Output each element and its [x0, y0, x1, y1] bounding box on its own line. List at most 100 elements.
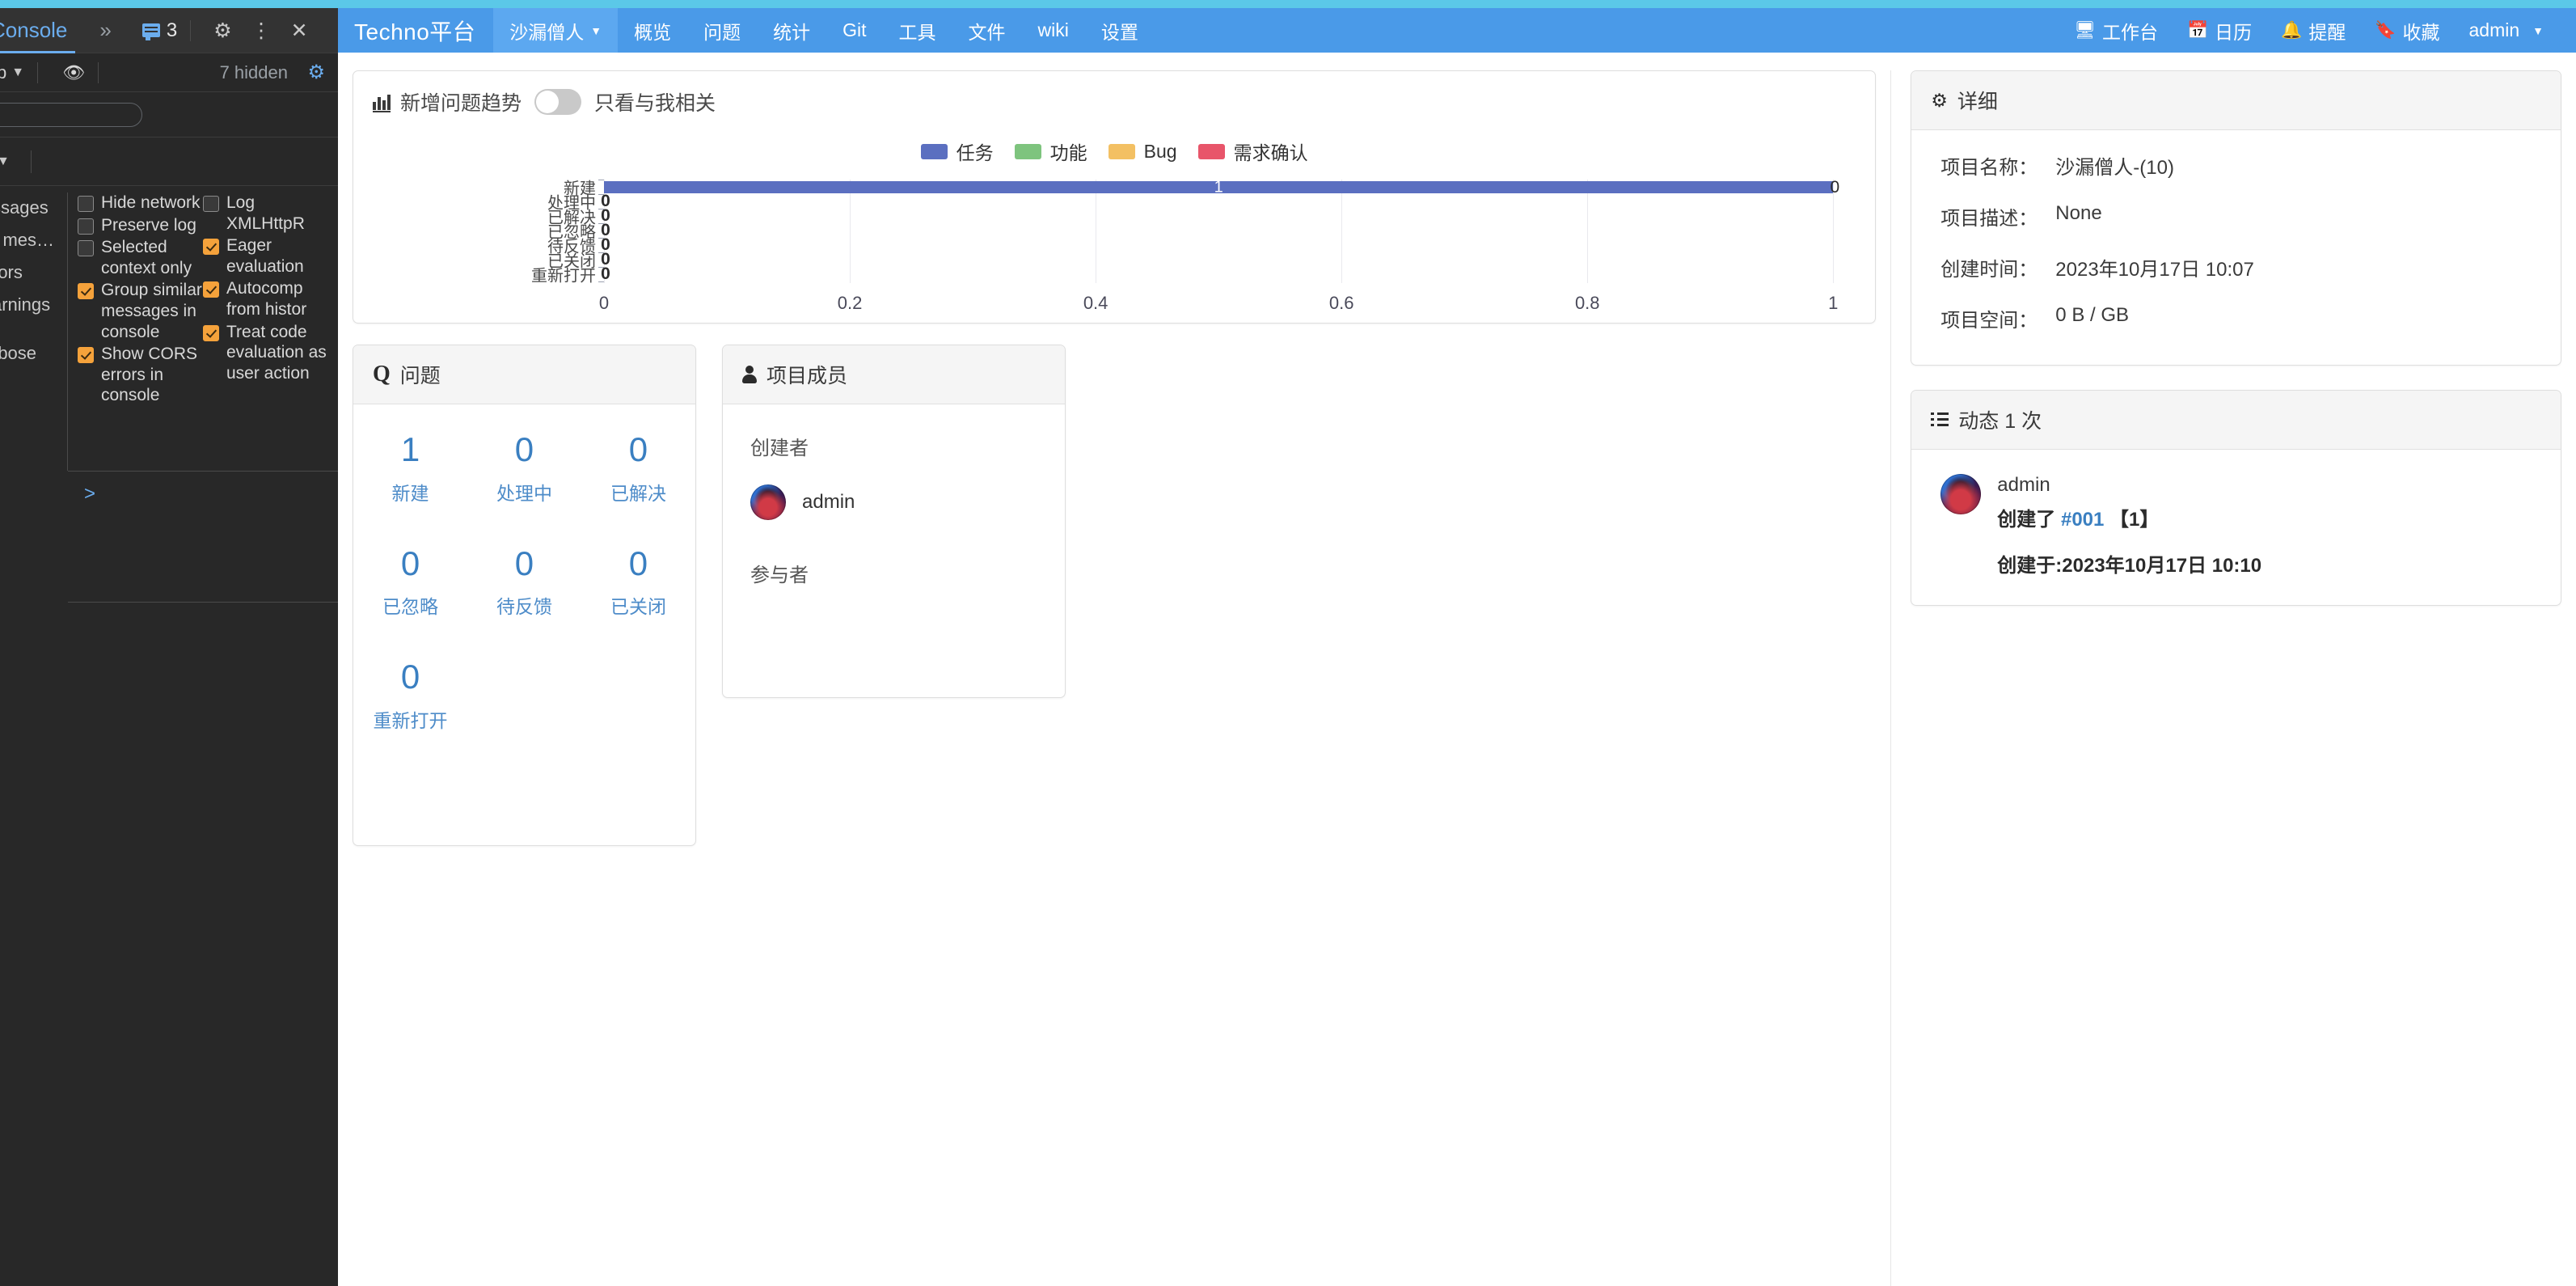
nav-item-tools[interactable]: 工具	[883, 8, 952, 53]
hidden-count-label: 7 hidden	[220, 62, 288, 83]
devtools-level-row: ▼	[0, 137, 338, 186]
option-autocomplete-history[interactable]: Autocomp from histor	[203, 278, 328, 319]
stat-ignored[interactable]: 0 已忽略	[353, 543, 467, 620]
list-icon	[1931, 412, 1949, 427]
divider	[68, 602, 338, 603]
activity-user[interactable]: admin	[1997, 474, 2261, 497]
gear-icon[interactable]: ⚙	[213, 19, 231, 43]
nav-item-git[interactable]: Git	[826, 8, 882, 53]
bar-value-label: 0	[601, 264, 610, 284]
checkbox-checked-icon[interactable]	[203, 281, 219, 298]
checkbox-icon[interactable]	[78, 240, 94, 256]
option-selected-context-only[interactable]: Selected context only	[78, 237, 203, 278]
activity-text-block: admin 创建了 #001 【1】 创建于:2023年10月17日 10:10	[1997, 474, 2261, 577]
nav-item-settings[interactable]: 设置	[1085, 8, 1155, 53]
checkbox-icon[interactable]	[203, 196, 219, 212]
checkbox-checked-icon[interactable]	[78, 347, 94, 363]
divider	[190, 20, 191, 41]
level-filter-user[interactable]: r mes…	[0, 230, 67, 251]
detail-card-header: ⚙ 详细	[1911, 71, 2561, 130]
stat-in-progress[interactable]: 0 处理中	[467, 429, 581, 506]
nav-reminders[interactable]: 🔔 提醒	[2266, 8, 2360, 53]
only-mine-toggle[interactable]	[534, 89, 581, 115]
xtick-label: 0.8	[1575, 293, 1600, 314]
option-label: Treat code evaluation as user action	[226, 322, 328, 384]
option-eager-evaluation[interactable]: Eager evaluation	[203, 235, 328, 277]
legend-item[interactable]: Bug	[1109, 141, 1177, 163]
nav-favorites[interactable]: 🔖 收藏	[2360, 8, 2454, 53]
close-icon[interactable]: ✕	[291, 19, 308, 43]
option-label: Selected context only	[101, 237, 203, 278]
level-filter-errors[interactable]: rors	[0, 262, 67, 283]
nav-item-wiki[interactable]: wiki	[1022, 8, 1085, 53]
issues-card-title: 问题	[400, 360, 441, 389]
nav-item-statistics[interactable]: 统计	[757, 8, 826, 53]
gridline	[1341, 180, 1342, 283]
checkbox-checked-icon[interactable]	[203, 325, 219, 341]
console-prompt[interactable]: >	[68, 471, 338, 506]
chevron-down-icon[interactable]: ▼	[11, 66, 24, 80]
legend-item[interactable]: 需求确认	[1198, 137, 1308, 165]
detail-row-created-time: 创建时间： 2023年10月17日 10:07	[1940, 253, 2532, 281]
member-name: admin	[802, 491, 855, 514]
stat-pending-feedback[interactable]: 0 待反馈	[467, 543, 581, 620]
more-vertical-icon[interactable]: ⋮	[251, 19, 272, 43]
member-item[interactable]: admin	[750, 484, 1037, 520]
message-icon	[142, 23, 160, 37]
eye-icon[interactable]: 👁	[62, 62, 85, 83]
nav-workbench-label: 工作台	[2102, 17, 2158, 44]
tab-console[interactable]: Console	[0, 8, 75, 53]
stat-closed[interactable]: 0 已关闭	[581, 543, 695, 620]
checkbox-checked-icon[interactable]	[78, 283, 94, 299]
option-log-xhr[interactable]: Log XMLHttpR	[203, 192, 328, 234]
nav-item-issues[interactable]: 问题	[687, 8, 757, 53]
option-show-cors-errors[interactable]: Show CORS errors in console	[78, 344, 203, 406]
brand-logo[interactable]: Techno平台	[338, 8, 493, 53]
chevron-down-icon[interactable]: ▼	[0, 154, 10, 169]
settings-gear-icon[interactable]: ⚙	[307, 61, 325, 84]
level-filter-verbose[interactable]: rbose	[0, 343, 67, 364]
option-preserve-log[interactable]: Preserve log	[78, 215, 203, 236]
nav-favorites-label: 收藏	[2402, 17, 2439, 44]
bell-icon: 🔔	[2281, 22, 2302, 39]
stat-value: 0	[353, 543, 467, 586]
legend-item[interactable]: 功能	[1015, 137, 1087, 165]
option-treat-as-user-action[interactable]: Treat code evaluation as user action	[203, 322, 328, 384]
nav-project-dropdown[interactable]: 沙漏僧人 ▼	[493, 8, 618, 53]
gridline	[850, 180, 851, 283]
stat-reopened[interactable]: 0 重新打开	[353, 656, 467, 733]
desktop-icon: 🖥	[2074, 22, 2096, 39]
checkbox-checked-icon[interactable]	[203, 239, 219, 255]
nav-calendar[interactable]: 📅 日历	[2173, 8, 2266, 53]
legend-item[interactable]: 任务	[921, 137, 994, 165]
option-hide-network[interactable]: Hide network	[78, 192, 203, 214]
level-filter-warnings[interactable]: arnings	[0, 294, 67, 315]
context-select[interactable]: p	[0, 62, 6, 83]
checkbox-icon[interactable]	[78, 196, 94, 212]
checkbox-icon[interactable]	[78, 218, 94, 235]
legend-swatch	[1015, 144, 1041, 159]
issues-card-header: Q 问题	[353, 345, 695, 404]
nav-item-overview[interactable]: 概览	[618, 8, 687, 53]
nav-workbench[interactable]: 🖥 工作台	[2059, 8, 2173, 53]
level-filter-all[interactable]: ssages	[0, 197, 67, 218]
nav-item-files[interactable]: 文件	[952, 8, 1022, 53]
devtools-level-filters: ssages r mes… rors arnings rbose	[0, 192, 68, 471]
chevron-double-right-icon[interactable]: »	[99, 18, 108, 43]
detail-value: None	[2055, 202, 2101, 231]
browser-accent-strip	[338, 0, 2576, 8]
stat-label: 重新打开	[353, 705, 467, 733]
xtick-label: 0.4	[1083, 293, 1109, 314]
stat-resolved[interactable]: 0 已解决	[581, 429, 695, 506]
stat-value: 0	[581, 543, 695, 586]
option-group-similar[interactable]: Group similar messages in console	[78, 280, 203, 342]
nav-user-menu[interactable]: admin ▼	[2454, 8, 2558, 53]
message-count-indicator[interactable]: 3	[142, 19, 177, 42]
legend-label: 任务	[956, 137, 994, 165]
gridline	[1587, 180, 1588, 283]
stat-new[interactable]: 1 新建	[353, 429, 467, 506]
filter-input[interactable]	[0, 103, 142, 127]
activity-issue-link[interactable]: #001	[2061, 509, 2104, 531]
bar-new[interactable]: 1 0	[604, 181, 1833, 193]
activity-action-prefix: 创建了	[1997, 509, 2055, 531]
